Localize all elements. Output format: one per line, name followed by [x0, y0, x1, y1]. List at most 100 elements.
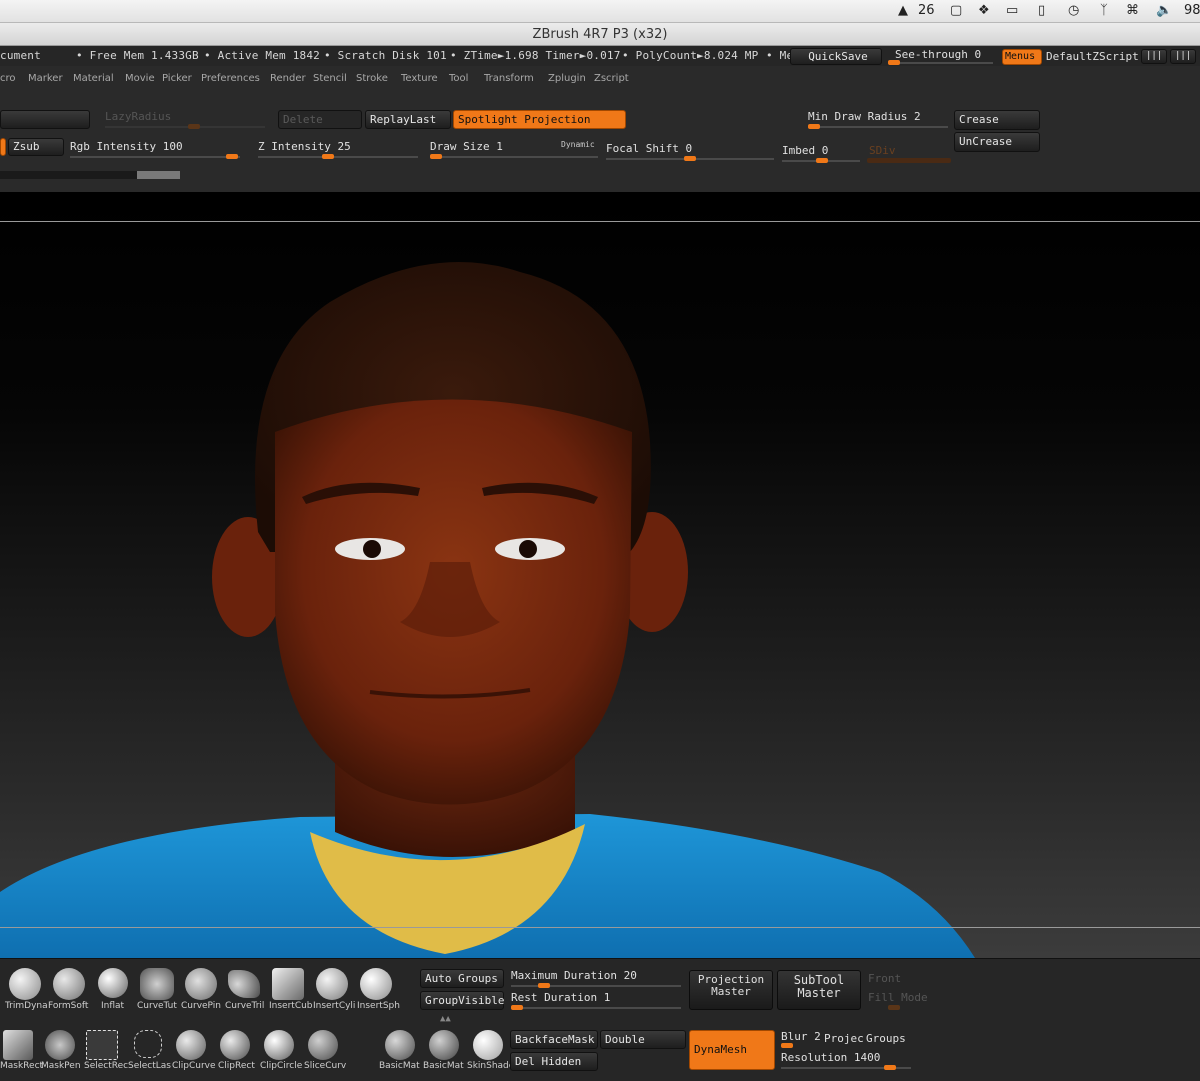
clipcircle-brush-icon[interactable]	[264, 1030, 294, 1060]
document-menu[interactable]: cument	[0, 49, 41, 62]
draw-size-knob[interactable]	[430, 154, 442, 159]
rgb-intensity-slider[interactable]: Rgb Intensity 100	[70, 140, 183, 153]
rest-duration-slider[interactable]: Rest Duration 1	[511, 991, 610, 1004]
menus-toggle[interactable]: Menus	[1002, 49, 1042, 65]
imbed-slider[interactable]: Imbed 0	[782, 144, 828, 157]
auto-groups-button[interactable]: Auto Groups	[420, 969, 504, 988]
palette-scroll-thumb[interactable]	[137, 171, 180, 179]
formsoft-brush-icon[interactable]	[53, 968, 85, 1000]
skinshade-material-icon[interactable]	[473, 1030, 503, 1060]
resolution-knob[interactable]	[884, 1065, 896, 1070]
menu-preferences[interactable]: Preferences	[201, 73, 260, 84]
min-draw-radius-knob[interactable]	[808, 124, 820, 129]
fill-mode-slider[interactable]: Fill Mode	[868, 991, 928, 1004]
selectlasso-brush-icon[interactable]	[134, 1030, 162, 1058]
quicksave-button[interactable]: QuickSave	[790, 48, 882, 65]
see-through-slider[interactable]: See-through 0	[895, 48, 981, 61]
max-duration-knob[interactable]	[538, 983, 550, 988]
menu-stroke[interactable]: Stroke	[356, 73, 388, 84]
replay-last-button[interactable]: ReplayLast	[365, 110, 451, 129]
unnamed-button[interactable]	[0, 110, 90, 129]
delete-button[interactable]: Delete	[278, 110, 362, 129]
window-icon[interactable]: ▢	[950, 3, 962, 19]
min-draw-radius-track[interactable]	[808, 126, 948, 128]
insertcube-brush-icon[interactable]	[272, 968, 304, 1000]
groups-toggle[interactable]: Groups	[866, 1032, 906, 1045]
menu-render[interactable]: Render	[270, 73, 306, 84]
see-through-knob[interactable]	[888, 60, 900, 65]
selectrect-brush-icon[interactable]	[86, 1030, 118, 1060]
z-intensity-knob[interactable]	[322, 154, 334, 159]
trimdyna-brush-icon[interactable]	[9, 968, 41, 1000]
inflat-brush-icon[interactable]	[98, 968, 128, 998]
menu-transform[interactable]: Transform	[484, 73, 534, 84]
rest-duration-track[interactable]	[511, 1007, 681, 1009]
maskrect-brush-icon[interactable]	[3, 1030, 33, 1060]
menu-tool[interactable]: Tool	[449, 73, 468, 84]
sculpt-model[interactable]	[0, 192, 1200, 958]
see-through-track[interactable]	[888, 62, 993, 64]
lazy-radius-slider[interactable]: LazyRadius	[105, 110, 171, 123]
menu-macro[interactable]: cro	[0, 73, 16, 84]
menu-picker[interactable]: Picker	[162, 73, 192, 84]
basicmaterial-icon[interactable]	[385, 1030, 415, 1060]
blur-slider[interactable]: Blur 2	[781, 1030, 821, 1043]
expand-arrows-icon[interactable]: ▲▲	[440, 1015, 464, 1024]
time-machine-icon[interactable]: ◷	[1068, 3, 1079, 19]
airplay-icon[interactable]: ▯	[1038, 3, 1045, 19]
bluetooth-icon[interactable]: ᛉ	[1100, 3, 1108, 19]
menu-material[interactable]: Material	[73, 73, 114, 84]
canvas-viewport[interactable]	[0, 192, 1200, 958]
slicecurve-brush-icon[interactable]	[308, 1030, 338, 1060]
subtool-master-button[interactable]: SubTool Master	[777, 970, 861, 1010]
zsub-button[interactable]: Zsub	[8, 138, 64, 156]
project-toggle[interactable]: Projec	[824, 1032, 864, 1045]
menu-stencil[interactable]: Stencil	[313, 73, 347, 84]
default-zscript-button[interactable]: DefaultZScript	[1046, 50, 1139, 63]
scroll-handle-right[interactable]: |||	[1170, 49, 1196, 64]
clipcurve-brush-icon[interactable]	[176, 1030, 206, 1060]
zadd-button-edge[interactable]	[0, 138, 6, 156]
focal-shift-knob[interactable]	[684, 156, 696, 161]
menu-zplugin[interactable]: Zplugin	[548, 73, 586, 84]
rest-duration-knob[interactable]	[511, 1005, 523, 1010]
screen-icon[interactable]: ▭	[1006, 3, 1018, 19]
draw-size-track[interactable]	[430, 156, 598, 158]
adobe-icon[interactable]: ▲	[898, 3, 908, 19]
scroll-handle-left[interactable]: |||	[1141, 49, 1167, 64]
group-visible-button[interactable]: GroupVisible	[420, 991, 504, 1010]
dynamesh-button[interactable]: DynaMesh	[689, 1030, 775, 1070]
volume-icon[interactable]: 🔈	[1156, 3, 1172, 19]
backface-mask-button[interactable]: BackfaceMask	[510, 1030, 598, 1049]
double-button[interactable]: Double	[600, 1030, 686, 1049]
curvepinch-brush-icon[interactable]	[185, 968, 217, 1000]
sdiv-track[interactable]	[867, 158, 951, 163]
basicmaterial2-icon[interactable]	[429, 1030, 459, 1060]
insertcylinder-brush-icon[interactable]	[316, 968, 348, 1000]
lazy-radius-track[interactable]	[105, 126, 265, 128]
maskpen-brush-icon[interactable]	[45, 1030, 75, 1060]
blur-knob[interactable]	[781, 1043, 793, 1048]
crease-button[interactable]: Crease	[954, 110, 1040, 130]
rgb-intensity-knob[interactable]	[226, 154, 238, 159]
menu-zscript[interactable]: Zscript	[594, 73, 629, 84]
menu-texture[interactable]: Texture	[401, 73, 438, 84]
wifi-icon[interactable]: ⌘	[1126, 3, 1139, 19]
imbed-knob[interactable]	[816, 158, 828, 163]
draw-size-slider[interactable]: Draw Size 1	[430, 140, 503, 153]
max-duration-track[interactable]	[511, 985, 681, 987]
lazy-radius-knob[interactable]	[188, 124, 200, 129]
resolution-slider[interactable]: Resolution 1400	[781, 1051, 880, 1064]
menu-marker[interactable]: Marker	[28, 73, 63, 84]
projection-master-button[interactable]: Projection Master	[689, 970, 773, 1010]
del-hidden-button[interactable]: Del Hidden	[510, 1052, 598, 1071]
cliprect-brush-icon[interactable]	[220, 1030, 250, 1060]
front-toggle[interactable]: Front	[868, 972, 901, 985]
sdiv-slider[interactable]: SDiv	[869, 144, 896, 157]
z-intensity-slider[interactable]: Z Intensity 25	[258, 140, 351, 153]
z-intensity-track[interactable]	[258, 156, 418, 158]
menu-movie[interactable]: Movie	[125, 73, 155, 84]
focal-shift-slider[interactable]: Focal Shift 0	[606, 142, 692, 155]
fill-mode-knob[interactable]	[888, 1005, 900, 1010]
insertsphere-brush-icon[interactable]	[360, 968, 392, 1000]
